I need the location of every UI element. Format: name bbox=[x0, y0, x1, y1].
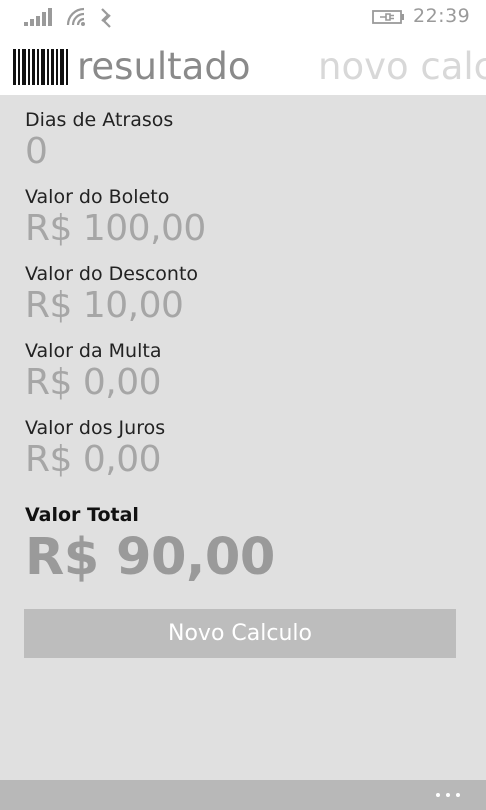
barcode-icon bbox=[13, 49, 71, 89]
valor-boleto-value: R$ 100,00 bbox=[25, 208, 206, 249]
valor-desconto-value: R$ 10,00 bbox=[25, 285, 184, 326]
valor-boleto-label: Valor do Boleto bbox=[25, 186, 170, 208]
status-bar: 22:39 bbox=[0, 0, 486, 36]
data-connection-icon bbox=[96, 7, 116, 33]
results-panel: Dias de Atrasos 0 Valor do Boleto R$ 100… bbox=[0, 95, 486, 780]
valor-total-label: Valor Total bbox=[25, 504, 139, 526]
novo-calculo-button[interactable]: Novo Calculo bbox=[24, 609, 456, 658]
pivot-tab-novo-calculo[interactable]: novo calculo bbox=[318, 45, 486, 89]
valor-total-value: R$ 90,00 bbox=[25, 528, 275, 587]
battery-charging-icon bbox=[372, 9, 406, 29]
dias-atraso-label: Dias de Atrasos bbox=[25, 109, 174, 131]
signal-strength-icon bbox=[24, 8, 54, 30]
app-bar bbox=[0, 780, 486, 810]
clock: 22:39 bbox=[413, 5, 471, 27]
valor-desconto-label: Valor do Desconto bbox=[25, 263, 199, 285]
pivot-tab-resultado[interactable]: resultado bbox=[77, 45, 250, 89]
pivot-header: resultado novo calculo bbox=[0, 36, 486, 95]
valor-multa-value: R$ 0,00 bbox=[25, 362, 162, 403]
valor-juros-value: R$ 0,00 bbox=[25, 439, 162, 480]
wifi-icon bbox=[66, 7, 88, 31]
valor-multa-label: Valor da Multa bbox=[25, 340, 162, 362]
ellipsis-icon[interactable] bbox=[436, 793, 462, 799]
valor-juros-label: Valor dos Juros bbox=[25, 417, 166, 439]
dias-atraso-value: 0 bbox=[25, 131, 48, 172]
